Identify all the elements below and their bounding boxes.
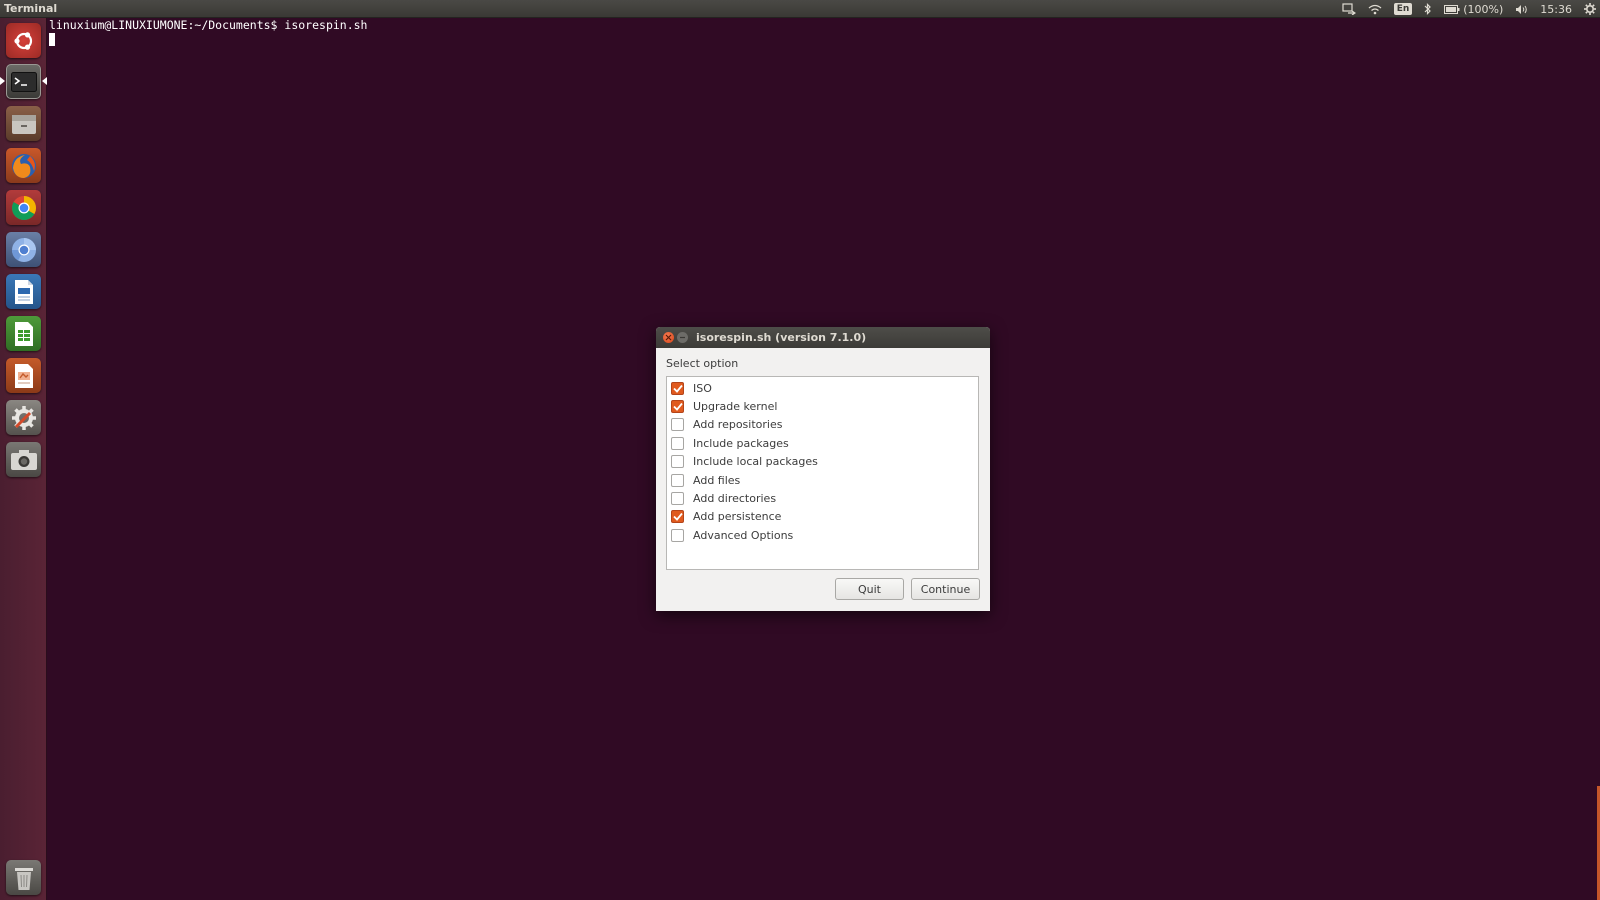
language-indicator: En (1393, 3, 1413, 15)
keyboard-icon[interactable]: En (1393, 3, 1413, 15)
transfer-icon[interactable] (1342, 3, 1356, 15)
clock[interactable]: 15:36 (1540, 3, 1572, 16)
active-indicator (0, 77, 5, 85)
chromium-icon[interactable] (6, 232, 41, 267)
option-label: Include packages (693, 436, 789, 450)
dash-home-icon[interactable] (6, 23, 41, 58)
option-checkbox[interactable] (671, 492, 684, 506)
terminal-icon[interactable] (6, 64, 41, 99)
option-label: Advanced Options (693, 528, 794, 542)
camera-icon[interactable] (6, 442, 41, 477)
option-label: Add files (693, 473, 741, 487)
trash-icon[interactable] (6, 860, 41, 895)
battery-percentage: (100%) (1463, 2, 1504, 16)
option-list: ISO Upgrade kernel Add repositories Incl… (666, 376, 979, 570)
settings-icon[interactable] (6, 400, 41, 435)
select-option-label: Select option (666, 357, 739, 370)
launcher (0, 18, 47, 900)
volume-icon[interactable] (1515, 4, 1528, 15)
option-checkbox[interactable] (671, 473, 684, 487)
continue-button[interactable]: Continue (911, 578, 980, 600)
option-checkbox[interactable] (671, 528, 684, 542)
option-checkbox[interactable] (671, 510, 684, 524)
option-row-add-persistence[interactable]: Add persistence (667, 508, 978, 526)
battery-indicator[interactable]: (100%) (1444, 3, 1503, 16)
option-row-add-repositories[interactable]: Add repositories (667, 416, 978, 434)
active-app-title: Terminal (4, 2, 58, 15)
option-checkbox[interactable] (671, 400, 684, 414)
close-icon[interactable] (663, 332, 674, 343)
dialog-button-row: Quit Continue (835, 578, 980, 600)
option-row-add-files[interactable]: Add files (667, 471, 978, 489)
dialog-titlebar[interactable]: isorespin.sh (version 7.1.0) (656, 327, 990, 348)
minimize-icon[interactable] (677, 332, 688, 343)
battery-icon (1444, 4, 1460, 14)
option-row-include-local-packages[interactable]: Include local packages (667, 453, 978, 471)
option-row-advanced-options[interactable]: Advanced Options (667, 526, 978, 544)
option-checkbox[interactable] (671, 455, 684, 469)
dialog-title: isorespin.sh (version 7.1.0) (696, 331, 867, 344)
option-label: Upgrade kernel (693, 400, 778, 414)
option-row-upgrade-kernel[interactable]: Upgrade kernel (667, 397, 978, 415)
system-tray: En (100%) 15:36 (1342, 0, 1596, 18)
top-panel: Terminal En (100%) 15:36 (0, 0, 1600, 18)
option-label: Include local packages (693, 455, 818, 469)
terminal-cursor (49, 33, 55, 46)
option-row-iso[interactable]: ISO (667, 379, 978, 397)
option-label: Add persistence (693, 510, 782, 524)
wifi-icon[interactable] (1368, 4, 1382, 15)
option-row-add-directories[interactable]: Add directories (667, 489, 978, 507)
writer-icon[interactable] (6, 274, 41, 309)
option-checkbox[interactable] (671, 436, 684, 450)
option-label: ISO (693, 381, 712, 395)
firefox-icon[interactable] (6, 148, 41, 183)
isorespin-dialog: isorespin.sh (version 7.1.0) Select opti… (656, 327, 990, 611)
quit-button[interactable]: Quit (835, 578, 904, 600)
terminal-prompt: linuxium@LINUXIUMONE:~/Documents$ isores… (49, 18, 368, 32)
option-checkbox[interactable] (671, 381, 684, 395)
option-label: Add directories (693, 492, 777, 506)
option-row-include-packages[interactable]: Include packages (667, 434, 978, 452)
files-icon[interactable] (6, 106, 41, 141)
calc-icon[interactable] (6, 316, 41, 351)
chrome-icon[interactable] (6, 190, 41, 225)
dialog-body: Select option ISO Upgrade kernel Add rep… (656, 348, 990, 570)
gear-icon[interactable] (1584, 3, 1596, 15)
impress-icon[interactable] (6, 358, 41, 393)
bluetooth-icon[interactable] (1424, 3, 1432, 15)
option-checkbox[interactable] (671, 418, 684, 432)
focused-indicator (42, 77, 47, 85)
option-label: Add repositories (693, 418, 783, 432)
